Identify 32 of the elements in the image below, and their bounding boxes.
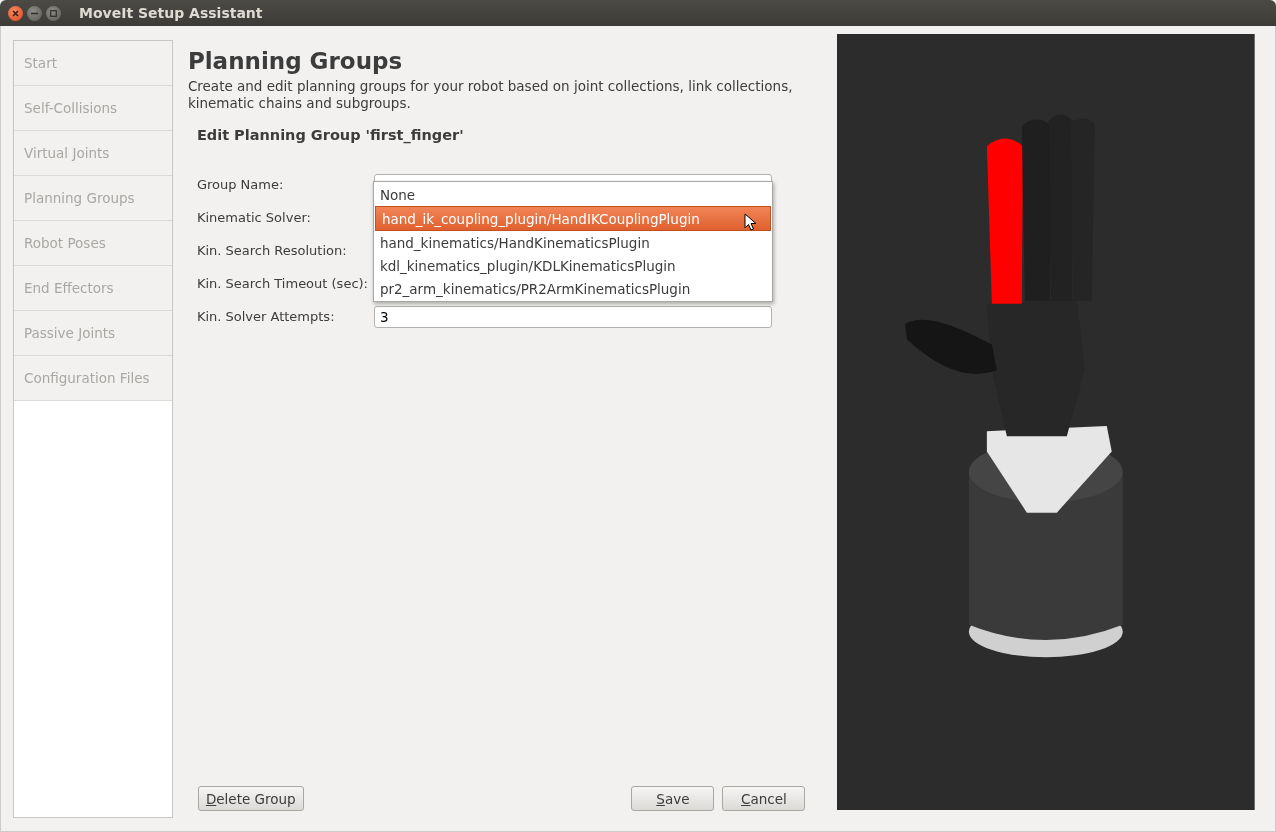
dropdown-option[interactable]: kdl_kinematics_plugin/KDLKinematicsPlugin (373, 254, 772, 277)
page-title: Planning Groups (187, 48, 404, 74)
page-description: Create and edit planning groups for your robot based on joint collections, link collections, kinematic chains and subgroups. (187, 78, 794, 112)
action-button[interactable]: Delete Group (197, 786, 304, 811)
close-icon (12, 9, 19, 17)
dropdown-option[interactable]: hand_ik_coupling_plugin/HandIKCouplingPlugin (374, 206, 771, 231)
sidebar-item[interactable]: Planning Groups (14, 176, 172, 221)
sidebar-item[interactable]: Self-Collisions (14, 86, 172, 131)
field-label: Kin. Search Timeout (sec): (196, 276, 369, 291)
field-label: Group Name: (196, 177, 285, 192)
sidebar-item[interactable]: Virtual Joints (14, 131, 172, 176)
maximize-button[interactable] (46, 5, 61, 21)
input-field[interactable]: 3 (373, 305, 772, 328)
action-button[interactable]: Save (631, 786, 715, 811)
field-label: Kinematic Solver: (196, 210, 312, 225)
sidebar-item[interactable]: Configuration Files (14, 356, 172, 401)
sidebar-item[interactable]: Robot Poses (14, 221, 172, 266)
dropdown-option[interactable]: hand_kinematics/HandKinematicsPlugin (373, 231, 772, 254)
field-label: Kin. Search Resolution: (196, 243, 348, 258)
cursor-icon (743, 213, 756, 231)
sidebar-item[interactable]: Passive Joints (14, 311, 172, 356)
field-label: Kin. Solver Attempts: (196, 309, 336, 324)
dropdown-option[interactable]: pr2_arm_kinematics/PR2ArmKinematicsPlugin (373, 277, 772, 300)
window-title: MoveIt Setup Assistant (79, 5, 263, 21)
action-button[interactable]: Cancel (722, 786, 806, 811)
section-title: Edit Planning Group 'first_finger' (196, 127, 465, 143)
dropdown-option[interactable]: None (373, 183, 772, 206)
sidebar-item[interactable]: End Effectors (14, 266, 172, 311)
minimize-button[interactable] (27, 5, 42, 21)
sidebar-item[interactable]: Start (14, 41, 172, 86)
close-button[interactable] (8, 5, 23, 21)
maximize-icon (50, 9, 57, 17)
